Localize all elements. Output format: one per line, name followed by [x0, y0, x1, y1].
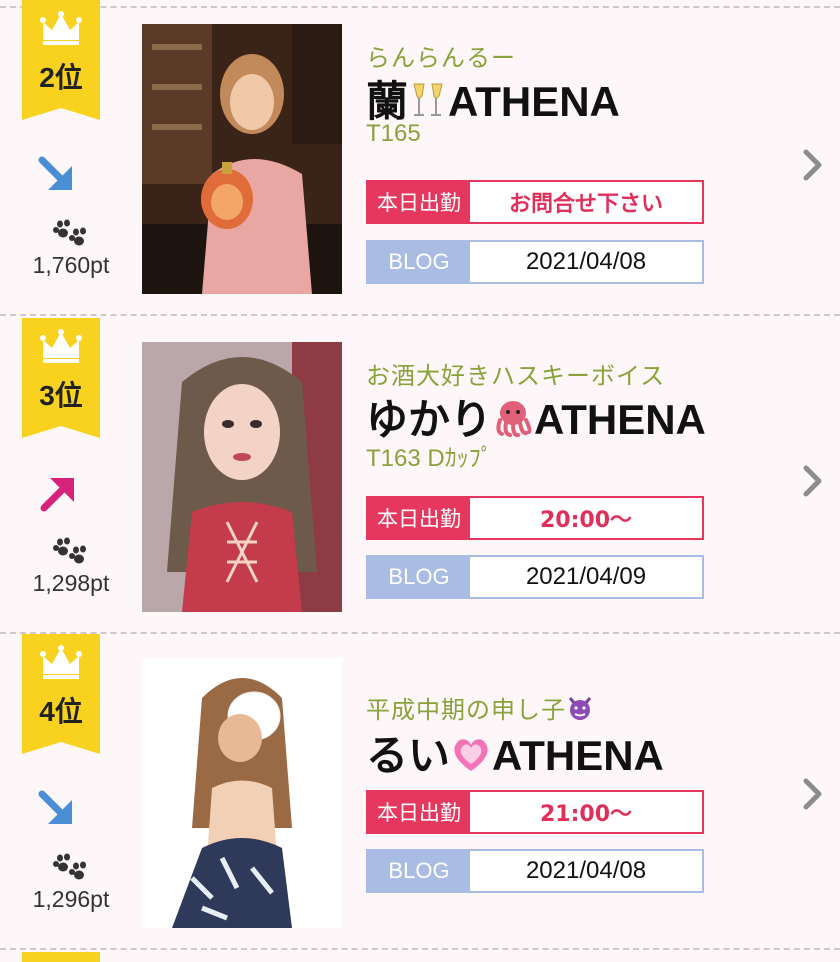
octopus-icon — [496, 401, 532, 438]
name-prefix: 蘭 — [366, 78, 409, 125]
champagne-glasses-icon — [413, 83, 443, 116]
crown-icon — [40, 645, 82, 679]
arrow-down-right-icon — [38, 790, 72, 824]
catchphrase: 平成中期の申し子 — [366, 690, 594, 725]
rank-badge: 4位 — [22, 634, 100, 754]
blog-link[interactable]: BLOG 2021/04/08 — [366, 849, 704, 893]
blog-label: BLOG — [368, 557, 470, 597]
name-suffix: ATHENA — [534, 396, 706, 443]
today-schedule-value: 20:00～ — [539, 508, 633, 533]
today-schedule: 本日出勤 お問合せ下さい — [366, 180, 704, 224]
today-schedule: 本日出勤 20:00～ — [366, 496, 704, 540]
blog-label: BLOG — [368, 242, 470, 282]
blog-date: 2021/04/09 — [525, 563, 647, 590]
chevron-right-icon[interactable] — [800, 777, 826, 811]
cast-spec: T165 — [366, 120, 421, 147]
name-prefix: ゆかり — [366, 396, 493, 443]
rank-label: 2位 — [39, 62, 83, 93]
today-schedule: 本日出勤 21:00～ — [366, 790, 704, 834]
points-value: 1,298pt — [32, 570, 110, 596]
arrow-up-right-icon — [40, 478, 74, 512]
crown-icon — [40, 329, 82, 363]
blog-link[interactable]: BLOG 2021/04/09 — [366, 555, 704, 599]
paw-icon — [53, 853, 86, 880]
rank-badge: 2位 — [22, 0, 100, 120]
blog-date: 2021/04/08 — [525, 857, 647, 884]
cast-name[interactable]: るい ATHENA — [366, 722, 664, 783]
smiling-devil-icon — [568, 697, 592, 720]
growing-heart-icon — [454, 739, 488, 771]
next-rank-badge-partial — [22, 952, 100, 962]
rank-badge: 3位 — [22, 318, 100, 438]
points-value: 1,296pt — [32, 886, 110, 912]
ranking-entry-rank-3[interactable]: 3位 1,298pt お酒大好きハスキーボイス ゆかり ATHENA T163 D… — [0, 318, 840, 634]
cast-photo[interactable] — [142, 342, 342, 612]
name-suffix: ATHENA — [492, 732, 664, 779]
today-schedule-label: 本日出勤 — [368, 792, 470, 832]
crown-icon — [40, 11, 82, 45]
chevron-right-icon[interactable] — [800, 464, 826, 498]
chevron-right-icon[interactable] — [800, 148, 826, 182]
blog-link[interactable]: BLOG 2021/04/08 — [366, 240, 704, 284]
arrow-down-right-icon — [38, 156, 72, 190]
today-schedule-label: 本日出勤 — [368, 182, 470, 222]
ranking-entry-rank-4[interactable]: 4位 1,296pt 平成中期の申し子 るい ATHENA 本日出勤 21:00～… — [0, 634, 840, 950]
cast-photo[interactable] — [142, 24, 342, 294]
rank-label: 4位 — [39, 696, 83, 727]
blog-date: 2021/04/08 — [525, 248, 647, 275]
paw-icon — [53, 537, 86, 564]
cast-photo[interactable] — [142, 658, 342, 928]
name-suffix: ATHENA — [448, 78, 620, 125]
today-schedule-label: 本日出勤 — [368, 498, 470, 538]
cast-spec: T163 Dｶｯﾌﾟ — [366, 445, 493, 472]
rank-label: 3位 — [39, 380, 83, 411]
today-schedule-value: お問合せ下さい — [508, 192, 663, 217]
name-prefix: るい — [366, 732, 451, 779]
blog-label: BLOG — [368, 851, 470, 891]
paw-icon — [53, 219, 86, 246]
ranking-entry-rank-2[interactable]: 2位 1,760pt らんらんるー 蘭 ATHENA T165 本日出勤 お問合せ… — [0, 0, 840, 316]
catchphrase-text: 平成中期の申し子 — [366, 696, 566, 724]
points-value: 1,760pt — [32, 252, 110, 278]
today-schedule-value: 21:00～ — [539, 802, 633, 827]
